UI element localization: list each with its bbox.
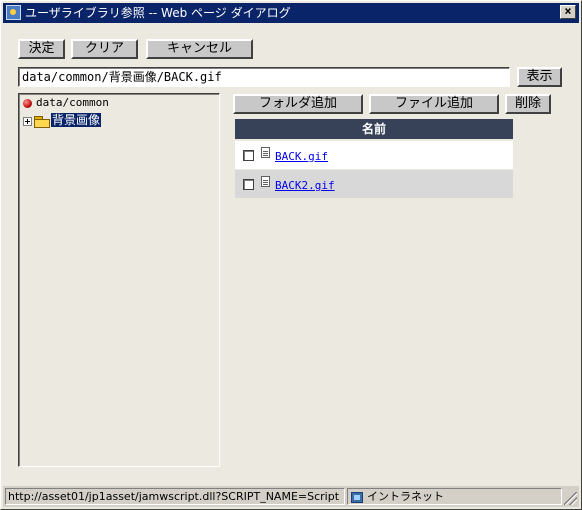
window-title: ユーザライブラリ参照 -- Web ページ ダイアログ (25, 6, 291, 20)
folder-tree: data/common 背景画像 (18, 93, 220, 467)
file-icon (261, 147, 270, 158)
close-icon[interactable]: × (560, 5, 576, 19)
ie-page-icon (6, 5, 21, 20)
clear-button[interactable]: クリア (71, 39, 138, 59)
file-icon (261, 176, 270, 187)
zone-label: イントラネット (367, 490, 444, 503)
intranet-zone-icon (351, 491, 363, 503)
table-header-name: 名前 (235, 119, 513, 139)
row-checkbox[interactable] (243, 150, 254, 161)
tree-root-item[interactable]: data/common (23, 95, 109, 111)
file-link[interactable]: BACK2.gif (275, 179, 335, 192)
table-row: BACK2.gif (235, 170, 513, 198)
tree-folder-item[interactable]: 背景画像 (23, 112, 102, 128)
add-folder-button[interactable]: フォルダ追加 (233, 94, 363, 114)
tree-folder-label[interactable]: 背景画像 (51, 113, 102, 127)
cancel-button[interactable]: キャンセル (146, 39, 253, 59)
path-input[interactable]: data/common/背景画像/BACK.gif (18, 67, 510, 87)
title-bar: ユーザライブラリ参照 -- Web ページ ダイアログ × (3, 3, 579, 23)
resize-grip-icon[interactable] (564, 492, 577, 505)
tree-root-label: data/common (36, 96, 109, 109)
expand-icon[interactable] (23, 116, 32, 126)
dialog-window: ユーザライブラリ参照 -- Web ページ ダイアログ × 決定 クリア キャン… (0, 0, 582, 510)
delete-button[interactable]: 削除 (505, 94, 551, 114)
root-bullet-icon (23, 98, 32, 108)
folder-icon (34, 115, 50, 128)
row-checkbox[interactable] (243, 179, 254, 190)
status-zone: イントラネット (347, 488, 562, 505)
file-link[interactable]: BACK.gif (275, 150, 328, 163)
status-url: http://asset01/jp1asset/jamwscript.dll?S… (5, 488, 345, 505)
table-row: BACK.gif (235, 141, 513, 169)
add-file-button[interactable]: ファイル追加 (369, 94, 499, 114)
status-bar: http://asset01/jp1asset/jamwscript.dll?S… (3, 486, 579, 507)
ok-button[interactable]: 決定 (18, 39, 65, 59)
show-button[interactable]: 表示 (517, 67, 562, 87)
